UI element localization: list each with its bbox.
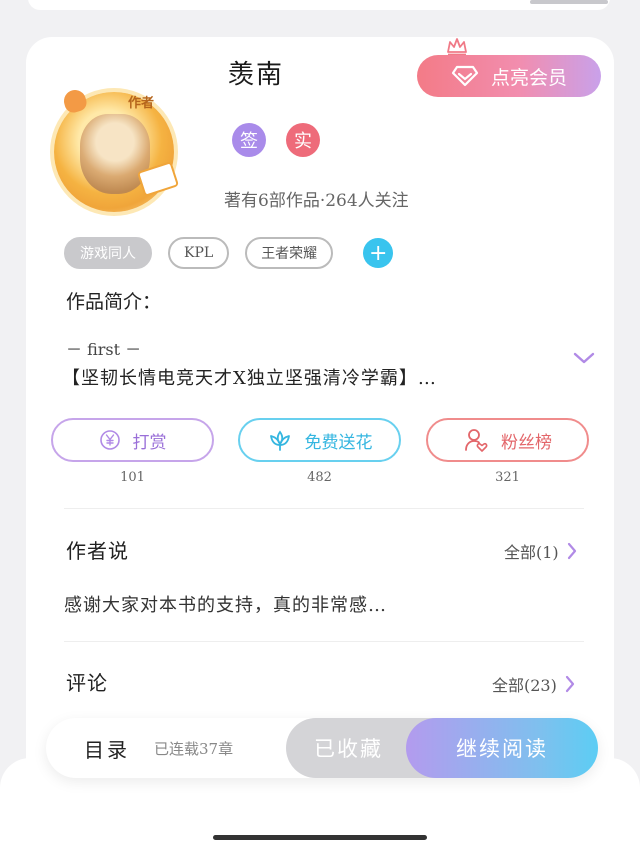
author-name: 羡南 <box>228 60 285 90</box>
tip-button-label: 打赏 <box>132 432 167 453</box>
send-flower-label: 免费送花 <box>304 432 373 453</box>
chapter-count: 已连载37章 <box>154 740 234 758</box>
intro-heading: 作品简介： <box>66 291 162 313</box>
tag-honor-of-kings[interactable]: 王者荣耀 <box>245 237 334 269</box>
author-note-heading: 作者说 <box>66 539 129 563</box>
diamond-icon <box>451 65 479 87</box>
author-note-all-link[interactable]: 全部(1) <box>504 539 577 563</box>
plus-icon: + <box>368 240 388 266</box>
comments-all-label: 全部(23) <box>492 676 557 695</box>
verified-author-badge[interactable]: 实 <box>286 123 320 157</box>
author-note-text[interactable]: 感谢大家对本书的支持，真的非常感… <box>64 591 387 617</box>
comments-all-link[interactable]: 全部(23) <box>492 672 575 696</box>
reading-action-bar: 目录 已连载37章 已收藏 继续阅读 <box>46 718 598 778</box>
author-avatar[interactable]: 作者 <box>44 80 184 212</box>
previous-card <box>28 0 610 10</box>
author-note-all-label: 全部(1) <box>504 543 559 562</box>
chevron-down-icon[interactable] <box>572 350 596 366</box>
continue-reading-button[interactable]: 继续阅读 <box>406 718 598 778</box>
fans-ranking-button[interactable]: 粉丝榜 <box>426 418 589 462</box>
signed-author-badge[interactable]: 签 <box>232 123 266 157</box>
flower-count: 482 <box>307 470 332 485</box>
home-indicator[interactable] <box>213 835 427 840</box>
author-badge: 作者 <box>128 96 155 111</box>
tip-button[interactable]: 打赏 <box>51 418 214 462</box>
comments-heading: 评论 <box>66 671 108 695</box>
fans-count: 321 <box>495 470 520 485</box>
author-stats: 著有6部作品·264人关注 <box>224 191 409 211</box>
table-of-contents-button[interactable]: 目录 <box>84 734 130 763</box>
divider <box>64 508 584 509</box>
crown-icon <box>447 38 467 56</box>
add-tag-button[interactable]: + <box>363 238 394 268</box>
vip-button[interactable]: 点亮会员 <box>417 55 601 97</box>
tip-count: 101 <box>120 470 145 485</box>
scroll-indicator <box>530 0 608 4</box>
collected-label: 已收藏 <box>314 737 383 761</box>
send-flower-button[interactable]: 免费送花 <box>238 418 401 462</box>
tag-game-fanfic[interactable]: 游戏同人 <box>64 237 152 269</box>
vip-button-label: 点亮会员 <box>490 66 567 89</box>
divider <box>64 641 584 642</box>
fans-ranking-label: 粉丝榜 <box>501 432 552 453</box>
fans-icon <box>465 429 488 452</box>
continue-reading-label: 继续阅读 <box>456 737 548 761</box>
tag-kpl[interactable]: KPL <box>168 237 230 269</box>
intro-summary: 【坚韧长情电竞天才X独立坚强清冷学霸】… <box>62 368 437 389</box>
flower-icon <box>269 430 290 451</box>
intro-first-line: － first － <box>66 340 142 359</box>
chevron-right-icon <box>565 675 574 693</box>
yen-icon <box>99 430 120 450</box>
tag-list: 游戏同人 KPL 王者荣耀 + <box>64 237 394 269</box>
chevron-right-icon <box>567 542 576 560</box>
